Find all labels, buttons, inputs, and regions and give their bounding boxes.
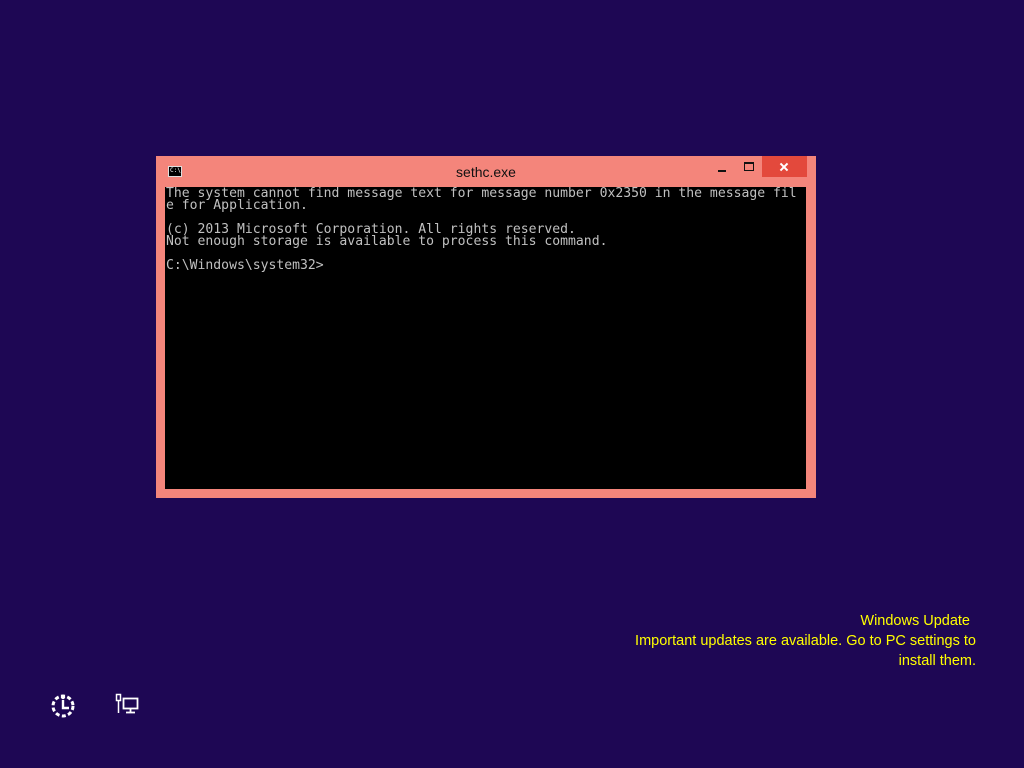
minimize-button[interactable] [709,156,735,177]
console-prompt: C:\Windows\system32> [166,258,324,273]
console-line: Not enough storage is available to proce… [166,234,608,249]
console-text: The system cannot find message text for … [165,187,806,272]
notification-body: Important updates are available. Go to P… [635,633,976,669]
close-button[interactable] [762,156,807,177]
windows-update-notification[interactable]: Windows Update Important updates are ava… [596,611,976,671]
console-line: e for Application. [166,198,308,213]
title-bar[interactable]: C:\ sethc.exe [156,156,816,187]
console-output[interactable]: The system cannot find message text for … [165,187,806,489]
ease-of-access-icon[interactable] [50,693,78,719]
notification-title: Windows Update [860,613,970,629]
cmd-window[interactable]: C:\ sethc.exe The system cannot find mes… [156,156,816,498]
network-icon[interactable] [114,693,142,719]
maximize-button[interactable] [736,156,762,177]
